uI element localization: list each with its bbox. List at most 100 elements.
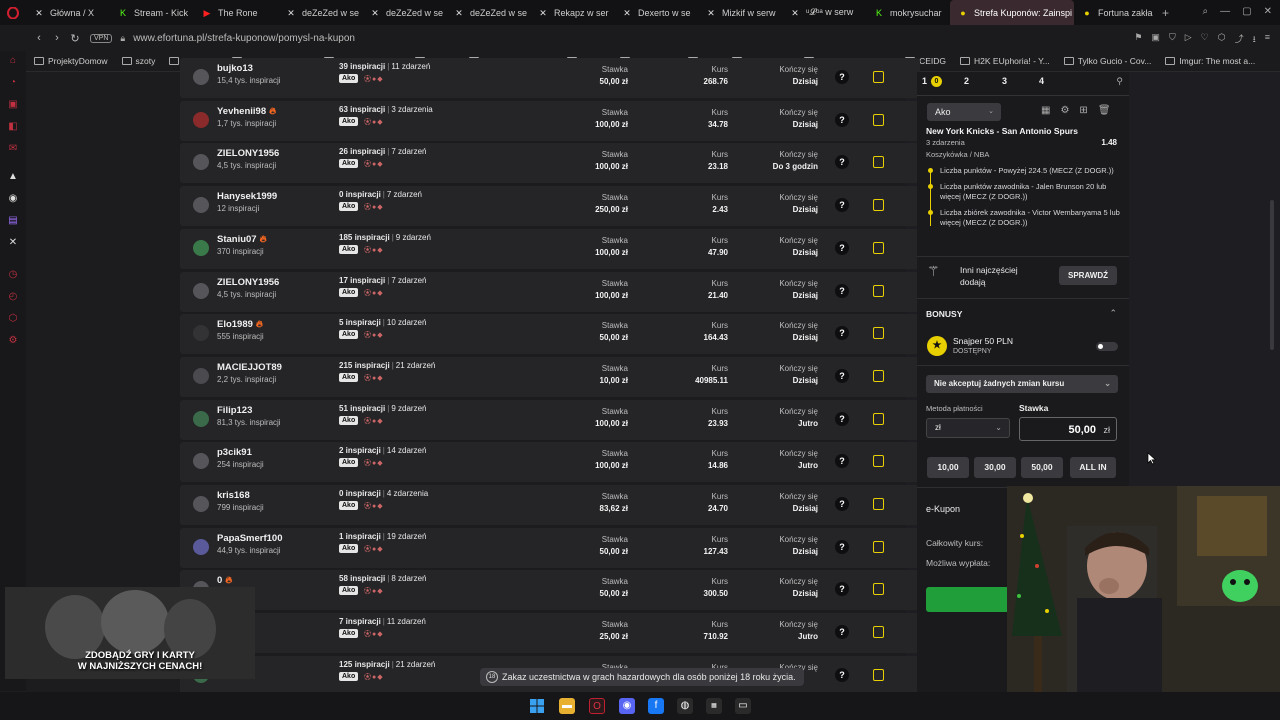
file-explorer-icon[interactable]: ▬ — [559, 698, 575, 714]
coupon-row[interactable]: ZIELONY1956 4,5 tys. inspiracji 17 inspira… — [180, 271, 920, 312]
opera-taskbar-icon[interactable]: O — [589, 698, 605, 714]
obs-taskbar-icon[interactable]: ◍ — [677, 698, 693, 714]
discord-taskbar-icon[interactable]: ◉ — [619, 698, 635, 714]
coupon-row[interactable]: kris168 799 inspiracji 0 inspiracji | 4 zdar… — [180, 485, 920, 525]
copy-coupon-icon[interactable] — [873, 284, 884, 297]
payment-method-select[interactable]: zł ⌄ — [926, 418, 1010, 438]
coupon-row[interactable]: Staniu07 🔥︎ 370 inspiracji 185 inspiracji | 9… — [180, 228, 920, 269]
help-icon[interactable]: ? — [835, 625, 849, 640]
reload-icon[interactable]: ↻ — [66, 32, 84, 45]
username[interactable]: MACIEJJOT89 — [217, 362, 282, 373]
sidebar-home-icon[interactable]: ⌂ — [7, 55, 19, 67]
download-icon[interactable]: ⭳ — [1253, 32, 1256, 48]
username[interactable]: Hanysek1999 — [217, 191, 277, 202]
bookmark-item[interactable]: Tylko Gucio - Cov... — [1063, 56, 1151, 66]
betslip-tab-3[interactable]: 3 — [1002, 76, 1007, 86]
bookmark-item[interactable]: ProjektyDomow — [34, 56, 108, 66]
help-icon[interactable]: ? — [835, 198, 849, 213]
player-icon[interactable]: ▷ — [1185, 32, 1192, 48]
trash-icon[interactable]: 🗑︎ — [1098, 105, 1111, 116]
username[interactable]: kris168 — [217, 490, 250, 501]
help-icon[interactable]: ? — [835, 582, 849, 597]
check-suggestions-button[interactable]: SPRAWDŹ — [1059, 266, 1117, 285]
bookmark-item[interactable]: szoty — [121, 56, 155, 66]
copy-coupon-icon[interactable] — [873, 71, 884, 83]
sidebar-cube-icon[interactable]: ⬡ — [7, 313, 19, 325]
copy-coupon-icon[interactable] — [873, 583, 884, 596]
extensions-icon[interactable]: ⬡ — [1218, 32, 1226, 48]
facebook-taskbar-icon[interactable]: f — [648, 698, 664, 714]
promo-overlay[interactable]: ZDOBĄDŹ GRY I KARTY W NAJNIŻSZYCH CENACH… — [5, 587, 255, 679]
username[interactable]: Elo1989 🔥︎ — [217, 319, 263, 330]
stake-input[interactable]: 50,00 zł — [1019, 417, 1117, 441]
copy-coupon-icon[interactable] — [873, 498, 884, 510]
username[interactable]: ZIELONY1956 — [217, 277, 279, 288]
copy-coupon-icon[interactable] — [873, 369, 884, 382]
vpn-badge[interactable]: VPN — [90, 33, 113, 43]
bet-selection[interactable]: Liczba punktów zawodnika - Jalen Brunson… — [926, 182, 1124, 202]
maximize-icon[interactable]: ▢ — [1242, 6, 1251, 17]
help-icon[interactable]: ? — [835, 326, 849, 341]
coupon-row[interactable]: Filip123 81,3 tys. inspiracji 51 inspiracj… — [180, 399, 920, 440]
new-tab-button[interactable]: + — [1162, 6, 1169, 20]
help-icon[interactable]: ? — [835, 70, 849, 84]
copy-coupon-icon[interactable] — [873, 241, 884, 254]
add-coupon-icon[interactable]: ⊞ — [1079, 105, 1087, 116]
shield-icon[interactable]: ⛉ — [1169, 32, 1176, 48]
betslip-tab-4[interactable]: 4 — [1039, 76, 1044, 86]
help-icon[interactable]: ? — [835, 454, 849, 469]
browser-tab[interactable]: Kmokrysuchar — [866, 0, 950, 25]
sidebar-aria-icon[interactable]: ▲ — [7, 171, 19, 183]
copy-coupon-icon[interactable] — [873, 455, 884, 468]
coupon-row[interactable]: PapaSmerf100 44,9 tys. inspiracji 1 inspir… — [180, 527, 920, 568]
coupon-row[interactable]: p3cik91 254 inspiracji 2 inspiracji | 14 zda… — [180, 442, 920, 483]
copy-coupon-icon[interactable] — [873, 156, 884, 169]
sidebar-x-icon[interactable]: ✕ — [7, 237, 19, 249]
opera-logo-icon[interactable] — [0, 0, 26, 25]
bookmark-item[interactable]: Imgur: The most a... — [1165, 56, 1255, 66]
minimize-icon[interactable]: — — [1220, 6, 1230, 17]
browser-tab[interactable]: ✕ deZeZed w se — [278, 0, 362, 25]
copy-coupon-icon[interactable] — [873, 540, 884, 553]
help-icon[interactable]: ? — [835, 539, 849, 554]
help-icon[interactable]: ? — [835, 112, 849, 127]
coupon-row[interactable]: MACIEJJOT89 2,2 tys. inspiracji 215 inspir… — [180, 356, 920, 397]
betslip-tab-2[interactable]: 2 — [964, 76, 969, 86]
coupon-row[interactable]: Yevhenii98 🔥︎ 1,7 tys. inspiracji 63 inspir… — [180, 100, 920, 141]
app-taskbar-icon[interactable]: ▦ — [706, 698, 722, 714]
sidebar-mail-icon[interactable]: ✉ — [7, 143, 19, 155]
username[interactable]: ZIELONY1956 — [217, 148, 279, 159]
username[interactable]: PapaSmerf100 — [217, 533, 282, 544]
help-icon[interactable]: ? — [835, 411, 849, 426]
copy-coupon-icon[interactable] — [873, 199, 884, 212]
calculator-icon[interactable]: ▦ — [1041, 105, 1050, 116]
bonus-toggle[interactable] — [1096, 342, 1118, 351]
betslip-tab-1[interactable]: 1 — [922, 76, 927, 86]
browser-tab[interactable]: ✕ Główna / X — [26, 0, 110, 25]
copy-coupon-icon[interactable] — [873, 113, 884, 126]
browser-tab[interactable]: K Stream - Kick — [110, 0, 194, 25]
username[interactable]: p3cik91 — [217, 447, 252, 458]
browser-tab[interactable]: ✕ Rekapz w ser — [530, 0, 614, 25]
terminal-taskbar-icon[interactable]: ▭ — [735, 698, 751, 714]
odds-change-select[interactable]: Nie akceptuj żadnych zmian kursu ⌄ — [926, 375, 1118, 393]
sidebar-messenger-icon[interactable]: ◧ — [7, 121, 19, 133]
sidebar-wallet-icon[interactable]: ▣ — [7, 99, 19, 111]
heart-icon[interactable]: ♡ — [1201, 32, 1209, 48]
browser-tab[interactable]: ● Fortuna zakła — [1074, 0, 1158, 25]
page-scrollbar[interactable] — [1270, 200, 1274, 350]
coupon-row[interactable]: Elo1989 🔥︎ 555 inspiracji 5 inspiracji | 10 z… — [180, 314, 920, 355]
sidebar-clock-icon[interactable]: ◷ — [7, 269, 19, 281]
windows-start-icon[interactable] — [529, 698, 545, 714]
help-icon[interactable]: ? — [835, 497, 849, 511]
quick-stake-button[interactable]: 30,00 — [974, 457, 1016, 478]
sidebar-timer-icon[interactable]: ◴ — [7, 291, 19, 303]
browser-tab[interactable]: ✕ deZeZed w se — [446, 0, 530, 25]
coupon-row[interactable]: 0🔥︎acji58 inspiracji|8 zdarzeńAko⚽︎●◆Sta… — [180, 570, 920, 611]
help-icon[interactable]: ? — [835, 155, 849, 170]
coupon-row[interactable]: 5237 inspiracji|11 zdarzeńAko⚽︎●◆Stawka2… — [180, 613, 920, 654]
sidebar-settings-icon[interactable]: ⚙ — [7, 335, 19, 347]
bookmark-icon[interactable]: ⚑ — [1134, 32, 1142, 48]
coupon-row[interactable]: Hanysek1999 12 inspiracji 0 inspiracji | 7 z… — [180, 186, 920, 227]
browser-tab[interactable]: ✕ deZeZed w se — [362, 0, 446, 25]
